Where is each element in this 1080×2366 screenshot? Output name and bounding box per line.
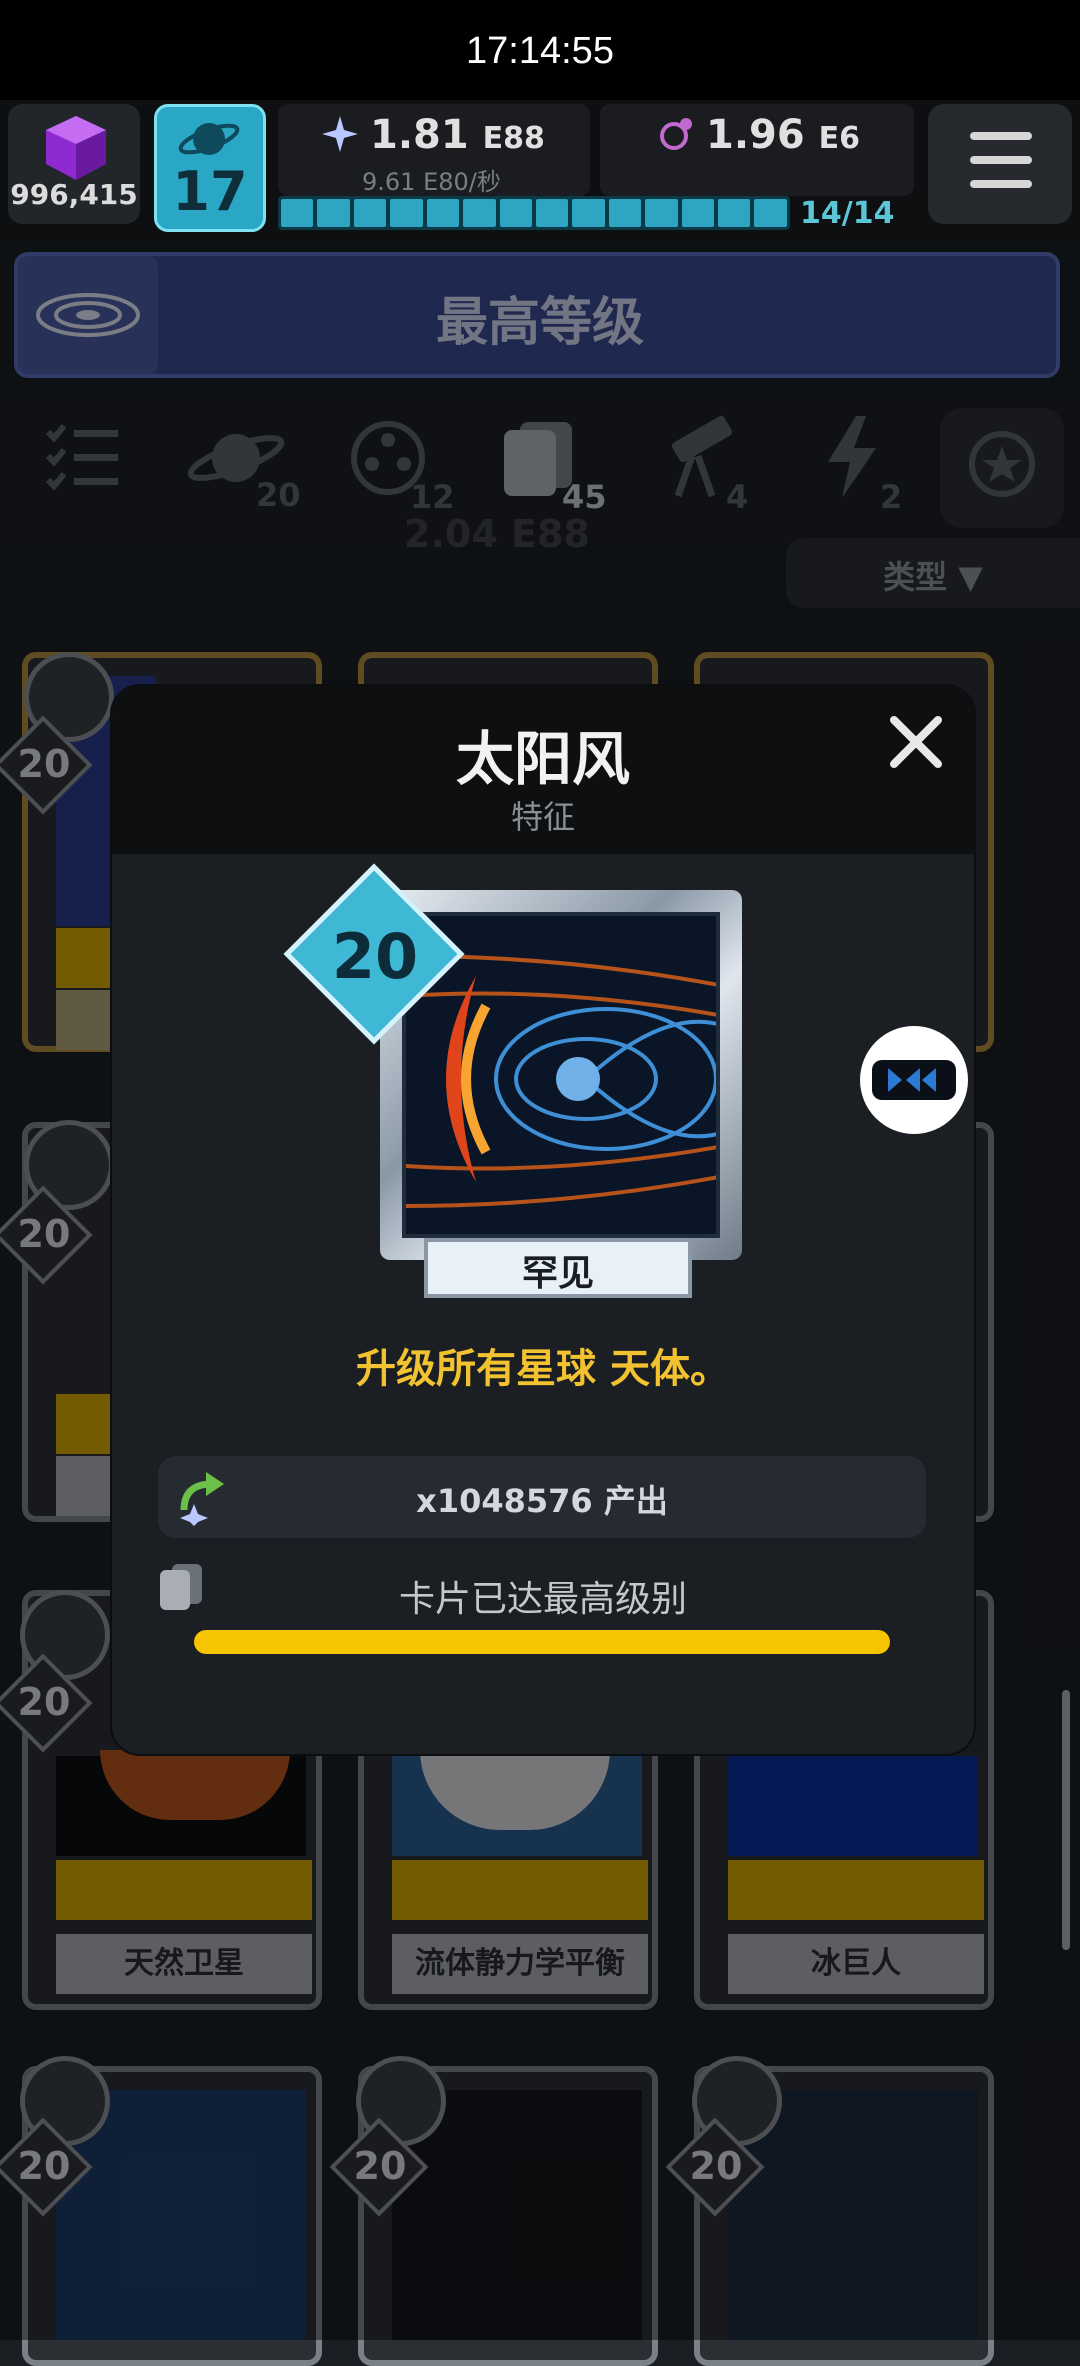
modal-subtitle: 特征	[510, 798, 575, 836]
atom-icon	[660, 118, 692, 150]
card-description: 升级所有星球 天体。	[356, 1346, 730, 1392]
card-level-number: 20	[331, 920, 419, 993]
menu-icon	[970, 132, 1032, 140]
stardust-value: 1.81 E88	[370, 112, 545, 158]
scrollbar[interactable]	[1062, 1690, 1070, 1950]
output-multiplier: x1048576 产出	[416, 1482, 668, 1520]
fast-forward-icon	[872, 1060, 956, 1100]
player-level: 17	[172, 160, 248, 223]
close-icon[interactable]	[880, 706, 952, 778]
gem-cube-icon	[46, 116, 106, 180]
modal-title: 太阳风	[455, 725, 630, 793]
planet-icon	[178, 123, 240, 155]
rarity-label: 罕见	[521, 1253, 594, 1294]
gem-count: 996,415	[10, 178, 138, 211]
dark-matter-value: 1.96 E6	[706, 112, 861, 158]
status-clock: 17:14:55	[466, 30, 614, 72]
progress-label: 14/14	[800, 196, 895, 231]
menu-button[interactable]	[928, 104, 1072, 224]
sparkle-icon	[322, 116, 358, 152]
level-progress-bar	[278, 196, 790, 230]
stardust-rate: 9.61 E80/秒	[362, 168, 501, 196]
card-progress-bar	[194, 1630, 890, 1654]
card-maxed-label: 卡片已达最高级别	[398, 1579, 687, 1620]
